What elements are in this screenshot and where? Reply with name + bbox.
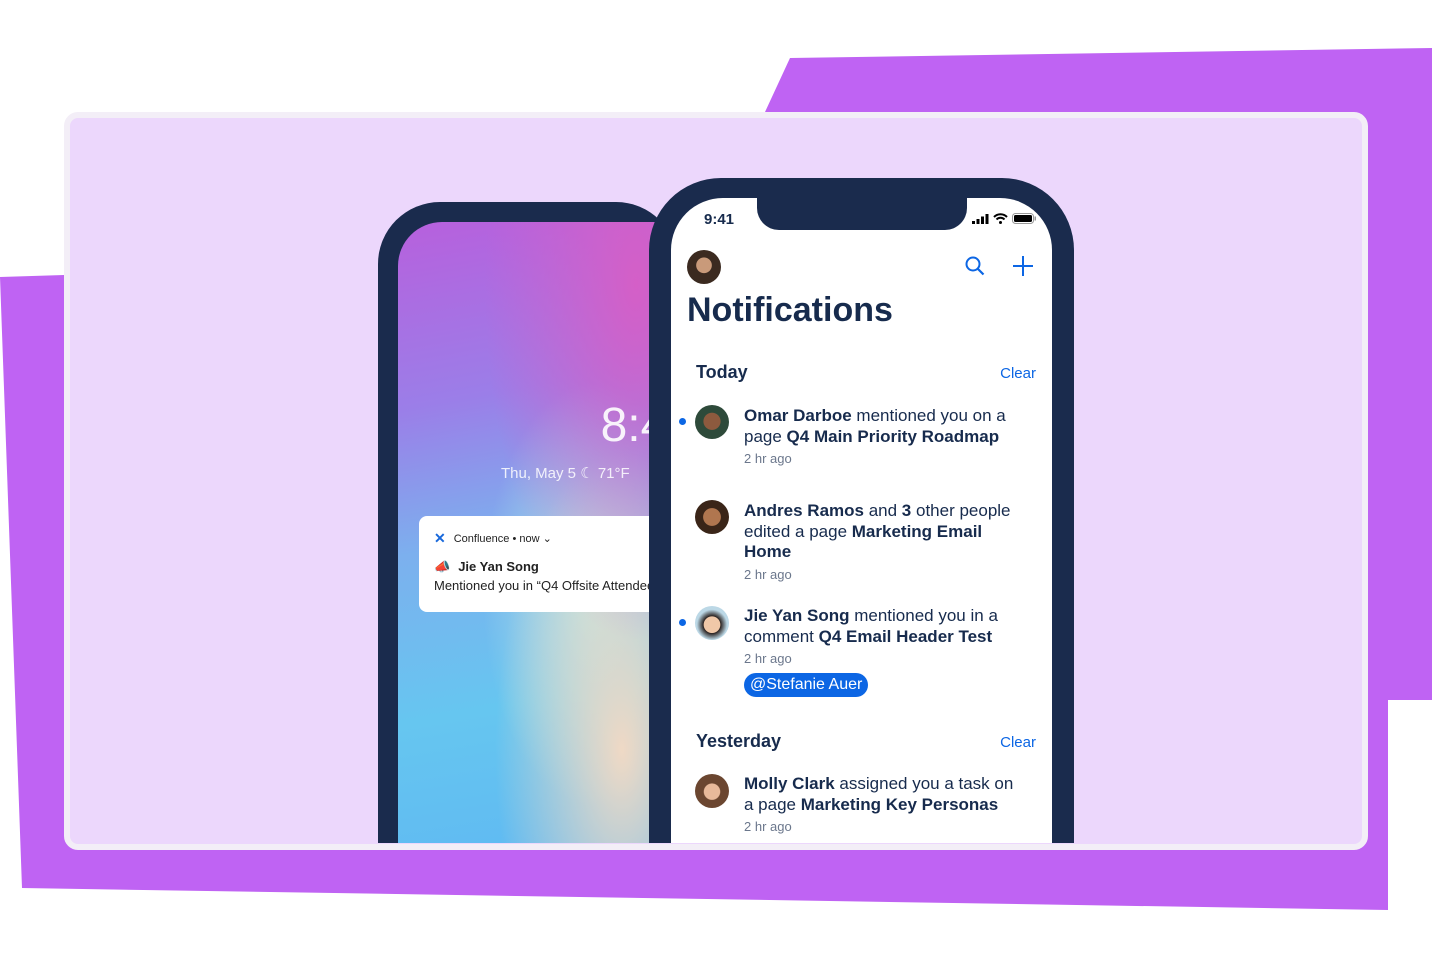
notification-body: Mentioned you in “Q4 Offsite Attendees” (434, 578, 666, 593)
avatar (695, 405, 729, 439)
search-icon[interactable] (965, 256, 985, 276)
app-name: Confluence (453, 533, 510, 545)
lock-date: Thu, May 5 ☾ 71°F (501, 464, 630, 482)
mention-chip[interactable]: @Stefanie Auer (744, 673, 869, 697)
megaphone-icon: 📣 (434, 559, 451, 574)
clear-today-button[interactable]: Clear (1000, 365, 1036, 382)
temperature: 71°F (597, 465, 630, 482)
notification-time: • now (512, 533, 540, 545)
chevron-down-icon[interactable]: ⌄ (543, 533, 552, 545)
notification-item[interactable]: Jie Yan Song mentioned you in a comment … (744, 606, 998, 697)
date-text: Thu, May 5 (501, 465, 577, 482)
status-icons (972, 213, 1036, 224)
user-avatar[interactable] (687, 250, 721, 284)
wifi-icon (993, 213, 1008, 224)
push-notification[interactable]: ✕ Confluence • now ⌄ 📣 Jie Yan Song Ment… (419, 516, 678, 612)
battery-icon (1012, 213, 1036, 224)
lockscreen-phone: 8:43 Thu, May 5 ☾ 71°F ✕ Confluence • no… (378, 202, 678, 843)
avatar (695, 500, 729, 534)
moon-icon: ☾ (580, 465, 594, 482)
notification-item[interactable]: Molly Clark assigned you a task on a pag… (744, 774, 1013, 835)
hero-card: 8:43 Thu, May 5 ☾ 71°F ✕ Confluence • no… (64, 112, 1368, 850)
notification-item[interactable]: Andres Ramos and 3 other people edited a… (744, 501, 1011, 583)
app-phone: 9:41 Notifications Today Clear Omar Darb… (649, 178, 1074, 843)
notification-item[interactable]: Omar Darboe mentioned you on a page Q4 M… (744, 406, 1006, 467)
clear-yesterday-button[interactable]: Clear (1000, 734, 1036, 751)
avatar (695, 774, 729, 808)
lockscreen: 8:43 Thu, May 5 ☾ 71°F ✕ Confluence • no… (398, 222, 678, 843)
status-time: 9:41 (704, 211, 735, 228)
plus-icon[interactable] (1013, 256, 1033, 276)
unread-dot (679, 418, 686, 425)
page-title: Notifications (687, 291, 893, 329)
notification-title: Jie Yan Song (458, 559, 539, 574)
avatar (695, 606, 729, 640)
signal-icon (972, 213, 989, 224)
app-screen: 9:41 Notifications Today Clear Omar Darb… (671, 198, 1052, 843)
notch (757, 198, 967, 230)
confluence-icon: ✕ (434, 530, 446, 546)
unread-dot (679, 619, 686, 626)
section-yesterday: Yesterday (696, 731, 782, 751)
section-today: Today (696, 362, 748, 382)
